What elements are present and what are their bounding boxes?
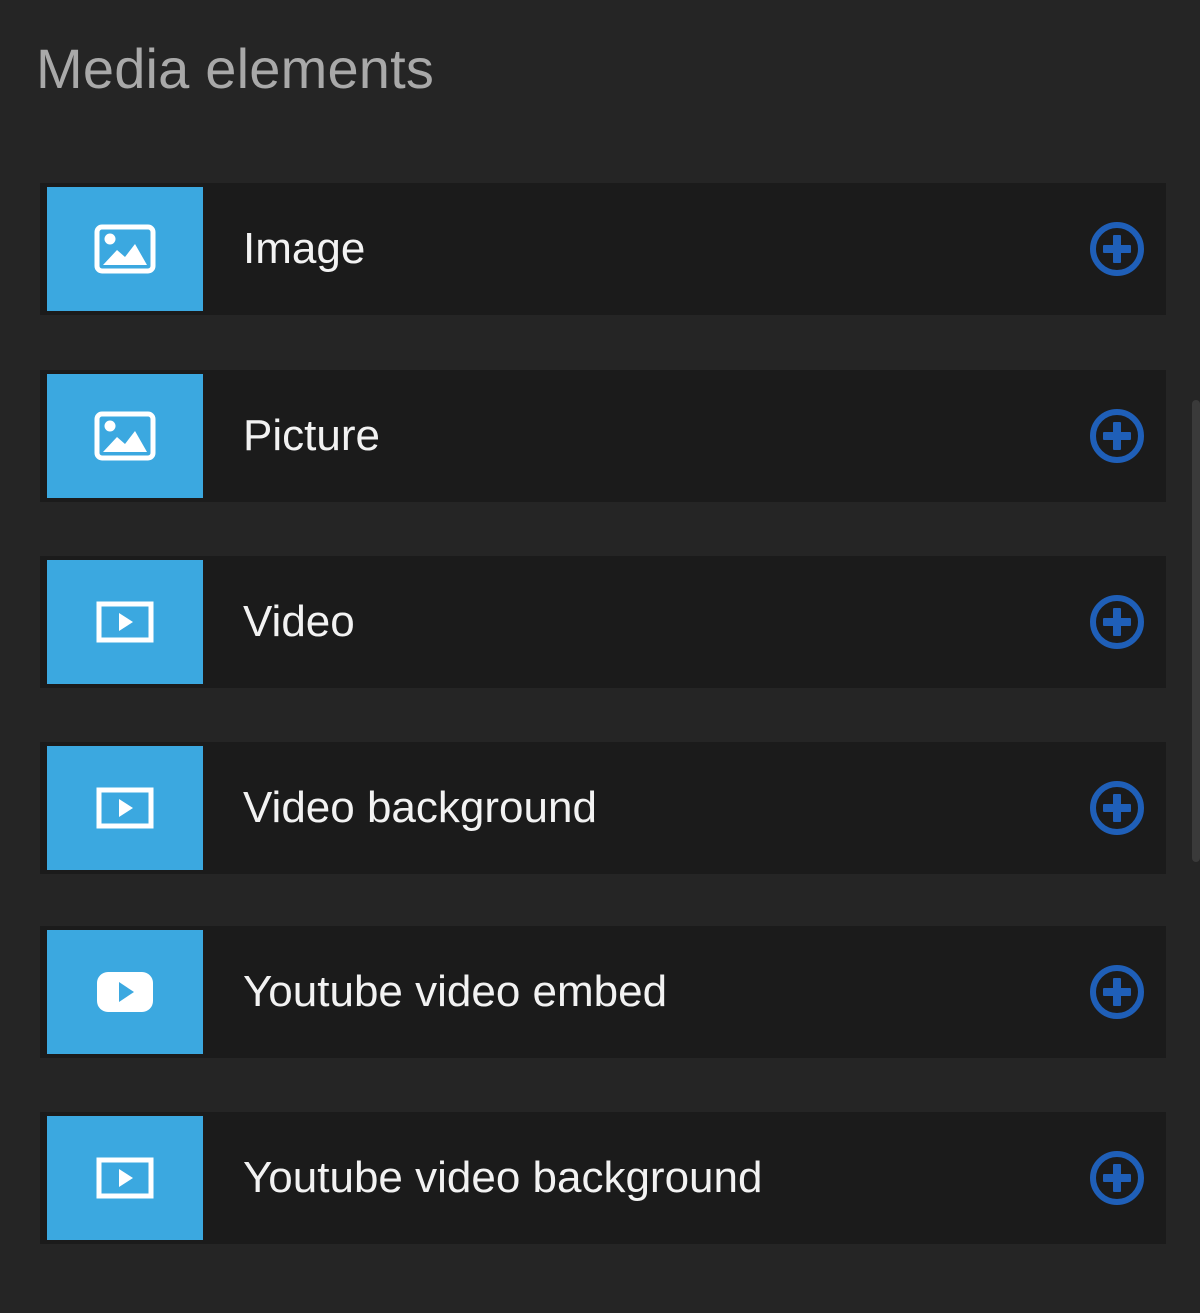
item-icon-tile bbox=[47, 374, 203, 498]
plus-circle-icon bbox=[1090, 409, 1144, 463]
media-element-list: Image Picture Video Video background You… bbox=[0, 0, 1200, 1313]
media-item-label: Video background bbox=[243, 783, 597, 832]
media-item-label: Youtube video background bbox=[243, 1153, 763, 1202]
media-item-picture[interactable]: Picture bbox=[40, 370, 1166, 502]
video-icon bbox=[96, 1157, 154, 1199]
youtube-icon bbox=[96, 971, 154, 1013]
media-item-image[interactable]: Image bbox=[40, 183, 1166, 315]
add-video-button[interactable] bbox=[1090, 595, 1144, 649]
media-item-video[interactable]: Video bbox=[40, 556, 1166, 688]
image-icon bbox=[94, 411, 156, 461]
video-icon bbox=[96, 601, 154, 643]
add-youtube-video-embed-button[interactable] bbox=[1090, 965, 1144, 1019]
image-icon bbox=[94, 224, 156, 274]
item-icon-tile bbox=[47, 1116, 203, 1240]
plus-circle-icon bbox=[1090, 595, 1144, 649]
add-video-background-button[interactable] bbox=[1090, 781, 1144, 835]
media-elements-panel: Media elements Image Picture Video Video… bbox=[0, 0, 1200, 1313]
media-item-video-background[interactable]: Video background bbox=[40, 742, 1166, 874]
scrollbar-thumb[interactable] bbox=[1192, 400, 1200, 862]
media-item-youtube-video-background[interactable]: Youtube video background bbox=[40, 1112, 1166, 1244]
media-item-label: Video bbox=[243, 597, 355, 646]
media-item-label: Picture bbox=[243, 411, 380, 460]
item-icon-tile bbox=[47, 187, 203, 311]
media-item-label: Image bbox=[243, 224, 366, 273]
plus-circle-icon bbox=[1090, 1151, 1144, 1205]
media-item-youtube-video-embed[interactable]: Youtube video embed bbox=[40, 926, 1166, 1058]
add-youtube-video-background-button[interactable] bbox=[1090, 1151, 1144, 1205]
item-icon-tile bbox=[47, 930, 203, 1054]
media-item-label: Youtube video embed bbox=[243, 967, 668, 1016]
plus-circle-icon bbox=[1090, 965, 1144, 1019]
add-picture-button[interactable] bbox=[1090, 409, 1144, 463]
video-icon bbox=[96, 787, 154, 829]
item-icon-tile bbox=[47, 746, 203, 870]
add-image-button[interactable] bbox=[1090, 222, 1144, 276]
plus-circle-icon bbox=[1090, 781, 1144, 835]
plus-circle-icon bbox=[1090, 222, 1144, 276]
item-icon-tile bbox=[47, 560, 203, 684]
